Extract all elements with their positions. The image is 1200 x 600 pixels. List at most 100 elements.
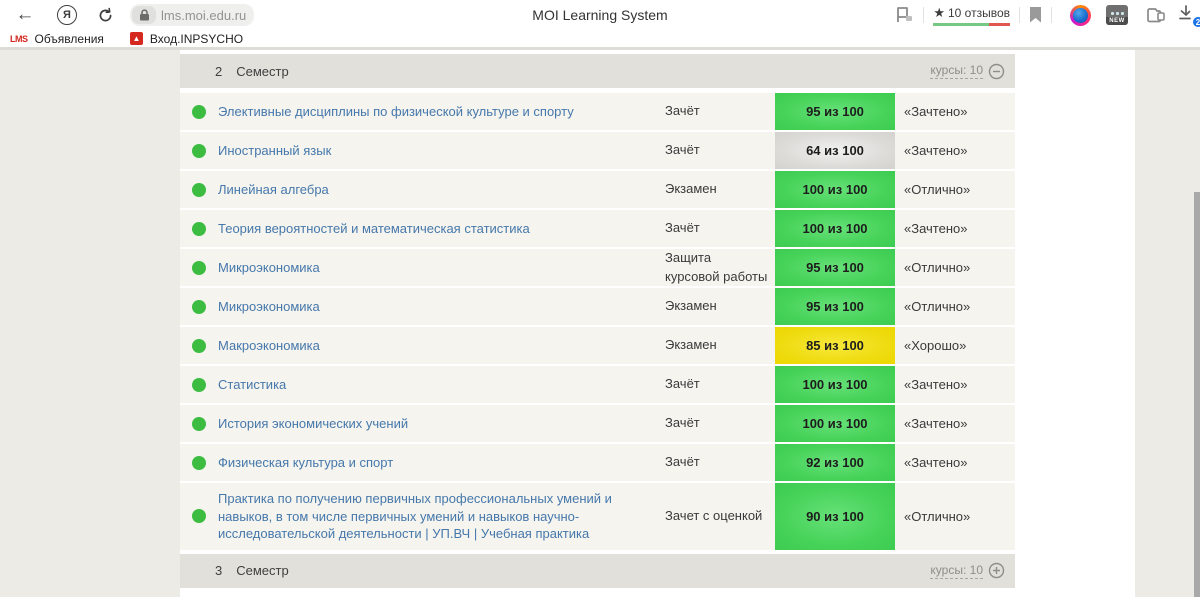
status-dot-icon [192,260,206,275]
grade-text: «Зачтено» [904,221,968,236]
semester-label: Семестр [236,563,289,579]
course-link[interactable]: Элективные дисциплины по физической куль… [218,103,574,121]
expand-plus-icon[interactable] [988,562,1005,579]
grade-text: «Хорошо» [904,338,967,353]
browser-toolbar: ← Я lms.moi.edu.ru MOI Learning System ★… [0,0,1200,30]
grade-text: «Зачтено» [904,455,968,470]
score-badge: 95 из 100 [775,288,895,325]
grade-text: «Отлично» [904,260,971,275]
bookmark-label: Объявления [34,31,104,46]
reviews-label: 10 отзывов [947,5,1010,20]
status-dot-icon [192,299,206,314]
score-badge: 100 из 100 [775,405,895,442]
score-badge: 64 из 100 [775,132,895,169]
course-row: Элективные дисциплины по физической куль… [180,93,1015,130]
course-row: Физическая культура и спорт Зачёт 92 из … [180,444,1015,481]
downloads-button[interactable]: 2 [1176,3,1200,28]
new-tab-extension-icon[interactable]: NEW [1106,5,1128,25]
toolbar-right-icons: ★ 10 отзывов NEW 2 [896,0,1200,30]
bookmark-item-inpsycho[interactable]: ▲ Вход.INPSYCHO [129,31,244,46]
score-badge: 90 из 100 [775,483,895,550]
back-icon[interactable]: ← [10,4,40,26]
semester-2-header: 2 Семестр курсы: 10 [180,54,1015,88]
yandex-browser-icon[interactable]: Я [57,5,77,25]
course-link[interactable]: Практика по получению первичных професси… [218,490,653,543]
course-row: Теория вероятностей и математическая ста… [180,210,1015,247]
assessment-type: Зачет с оценкой [665,508,763,524]
status-dot-icon [192,416,206,431]
assessment-type: Зачёт [665,142,700,158]
refresh-icon[interactable] [94,7,116,24]
assessment-type: Зачёт [665,220,700,236]
bookmark-flag-icon[interactable] [1029,7,1042,23]
semester-number: 3 [215,563,223,579]
course-row: Статистика Зачёт 100 из 100 «Зачтено» [180,366,1015,403]
score-badge: 100 из 100 [775,210,895,247]
grade-text: «Зачтено» [904,143,968,158]
grade-text: «Зачтено» [904,416,968,431]
content-card: 2 Семестр курсы: 10 Элективные дисциплин… [180,50,1135,597]
score-badge: 92 из 100 [775,444,895,481]
semester-label: Семестр [236,63,289,79]
status-dot-icon [192,221,206,236]
status-dot-icon [192,182,206,197]
assessment-type: Защита курсовой работы [665,250,768,284]
course-link[interactable]: Микроэкономика [218,298,320,316]
grade-text: «Отлично» [904,182,971,197]
course-row: Практика по получению первичных професси… [180,483,1015,550]
course-link[interactable]: Физическая культура и спорт [218,454,393,472]
grades-table: 2 Семестр курсы: 10 Элективные дисциплин… [180,50,1015,588]
lock-icon[interactable] [132,6,156,24]
assessment-type: Зачёт [665,376,700,392]
collapse-minus-icon[interactable] [988,63,1005,80]
assessment-type: Зачёт [665,103,700,119]
score-badge: 95 из 100 [775,249,895,286]
bookmark-item-announcements[interactable]: LMS Объявления [10,32,104,46]
reviews-rating-bar [933,22,1010,26]
status-dot-icon [192,377,206,392]
status-dot-icon [192,455,206,470]
site-reviews-button[interactable]: ★ 10 отзывов [933,5,1010,26]
protect-icon[interactable] [896,7,914,23]
grade-text: «Зачтено» [904,104,968,119]
collections-icon[interactable] [1146,7,1166,24]
semester-3-header: 3 Семестр курсы: 10 [180,553,1015,588]
course-link[interactable]: Линейная алгебра [218,181,329,199]
assessment-type: Зачёт [665,454,700,470]
assessment-type: Зачёт [665,415,700,431]
toolbar-separator [1051,7,1052,23]
course-link[interactable]: Иностранный язык [218,142,331,160]
lms-favicon: LMS [10,33,28,44]
courses-count-link[interactable]: курсы: 10 [930,563,983,579]
star-icon: ★ [933,4,945,20]
course-link[interactable]: Микроэкономика [218,259,320,277]
course-link[interactable]: История экономических учений [218,415,408,433]
bookmark-label: Вход.INPSYCHO [149,31,244,46]
grade-text: «Отлично» [904,508,971,524]
course-link[interactable]: Макроэкономика [218,337,320,355]
score-badge: 100 из 100 [775,366,895,403]
course-row: Микроэкономика Защита курсовой работы 95… [180,249,1015,286]
course-link[interactable]: Теория вероятностей и математическая ста… [218,220,530,238]
downloads-count-badge: 2 [1192,16,1200,28]
course-row: Микроэкономика Экзамен 95 из 100 «Отличн… [180,288,1015,325]
course-row: Иностранный язык Зачёт 64 из 100 «Зачтен… [180,132,1015,169]
extension-ring-icon[interactable] [1070,4,1091,26]
rating-negative-bar [988,22,1010,26]
score-badge: 100 из 100 [775,171,895,208]
toolbar-separator [1019,7,1020,23]
assessment-type: Экзамен [665,181,717,197]
status-dot-icon [192,338,206,353]
assessment-type: Экзамен [665,298,717,314]
vertical-scrollbar-thumb[interactable] [1194,192,1200,597]
page-viewport: 2 Семестр курсы: 10 Элективные дисциплин… [0,50,1200,597]
grade-text: «Отлично» [904,299,971,314]
url-text: lms.moi.edu.ru [161,7,247,23]
course-row: Макроэкономика Экзамен 85 из 100 «Хорошо… [180,327,1015,364]
inpsycho-favicon: ▲ [129,32,143,45]
course-link[interactable]: Статистика [218,376,286,394]
address-bar[interactable]: lms.moi.edu.ru [130,4,254,26]
semester-number: 2 [215,63,223,79]
courses-count-link[interactable]: курсы: 10 [930,63,983,79]
new-icon-label: NEW [1106,17,1128,25]
